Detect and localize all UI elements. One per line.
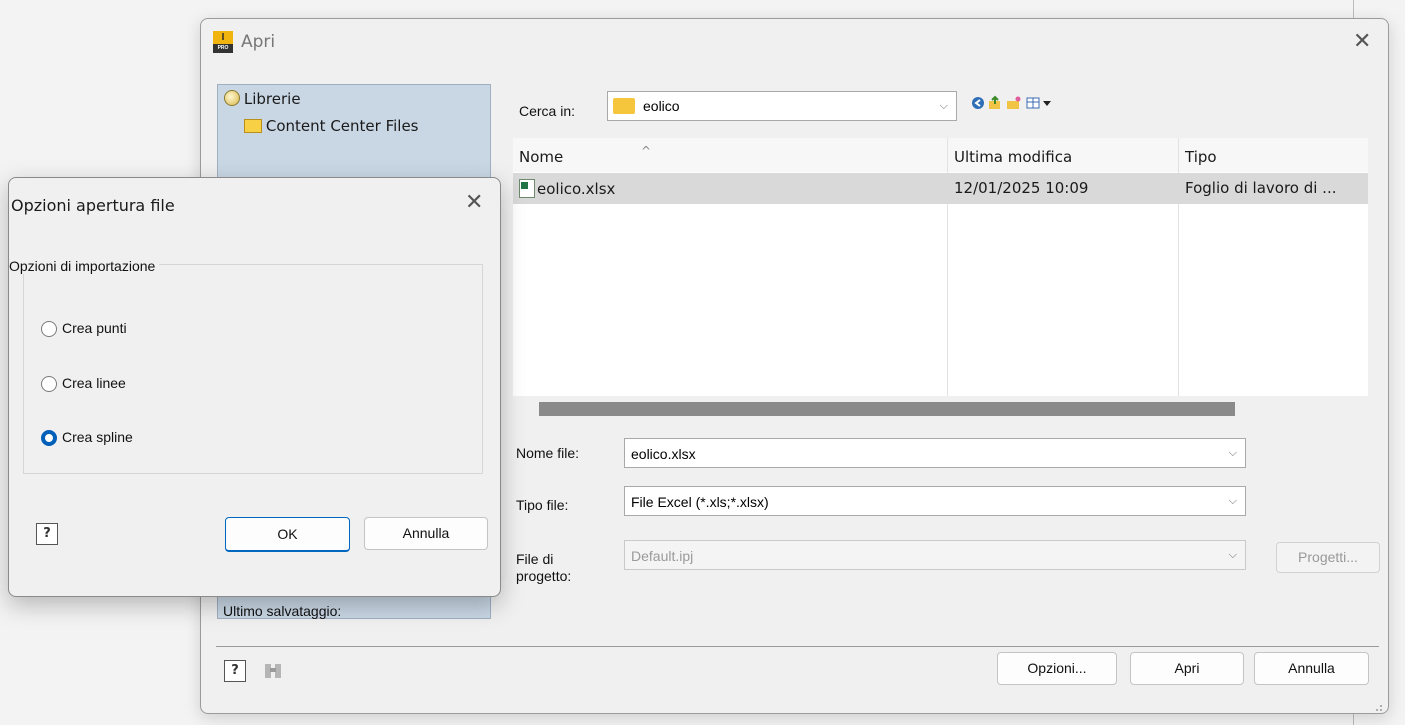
binoculars-icon[interactable]: [262, 660, 284, 682]
cancel-button[interactable]: Annulla: [364, 517, 488, 550]
ok-button[interactable]: OK: [225, 517, 350, 552]
close-icon[interactable]: ✕: [1353, 31, 1371, 53]
options-button[interactable]: Opzioni...: [997, 652, 1117, 685]
folder-icon: [613, 98, 635, 114]
dialog-title: Apri: [241, 32, 276, 52]
chevron-down-icon: ⌵: [1228, 494, 1237, 507]
chevron-down-icon: ⌵: [939, 99, 948, 112]
close-icon[interactable]: ✕: [465, 192, 483, 214]
file-type-select[interactable]: File Excel (*.xls;*.xlsx) ⌵: [624, 486, 1246, 516]
last-saved-label: Ultimo salvataggio:: [223, 603, 342, 619]
look-in-combo[interactable]: eolico ⌵: [607, 91, 957, 121]
file-type-label: Tipo file:: [516, 497, 569, 513]
file-type-cell: Foglio di lavoro di ...: [1185, 179, 1337, 197]
file-name-label: Nome file:: [516, 445, 580, 461]
project-file-label: File di progetto:: [516, 551, 572, 584]
footer-separator: [216, 646, 1379, 647]
up-folder-icon[interactable]: [989, 95, 1000, 109]
column-header-name[interactable]: Nome ^: [519, 144, 651, 166]
open-button[interactable]: Apri: [1130, 652, 1244, 685]
back-icon[interactable]: [972, 97, 984, 109]
horizontal-scrollbar[interactable]: [539, 402, 1235, 416]
new-folder-icon[interactable]: [1007, 96, 1021, 110]
file-list-header: Nome ^ Ultima modifica Tipo: [513, 138, 1368, 172]
chevron-down-icon: ⌵: [1228, 446, 1237, 459]
radio-button-selected[interactable]: [41, 430, 57, 446]
open-options-dialog: Opzioni apertura file ✕ Opzioni di impor…: [8, 177, 501, 597]
dialog-title: Opzioni apertura file: [11, 196, 175, 215]
excel-file-icon: [519, 179, 535, 198]
app-icon: I PRO: [213, 31, 233, 53]
help-icon[interactable]: ?: [36, 523, 58, 545]
nav-toolbar: [971, 95, 1071, 111]
library-item-content-center[interactable]: Content Center Files: [244, 117, 418, 135]
column-header-type[interactable]: Tipo: [1185, 148, 1217, 166]
radio-button[interactable]: [41, 321, 57, 337]
sort-ascending-icon: ^: [641, 144, 652, 158]
look-in-label: Cerca in:: [519, 103, 576, 119]
projects-button[interactable]: Progetti...: [1276, 542, 1380, 573]
toolbar-icons: [972, 95, 1051, 110]
file-name-cell: eolico.xlsx: [519, 179, 615, 198]
folder-icon: [244, 119, 262, 133]
file-name-field[interactable]: eolico.xlsx ⌵: [624, 438, 1246, 468]
chevron-down-icon: ⌵: [1228, 548, 1237, 561]
file-row[interactable]: eolico.xlsx 12/01/2025 10:09 Foglio di l…: [513, 173, 1368, 204]
import-options-label: Opzioni di importazione: [9, 258, 160, 274]
project-file-select: Default.ipj ⌵: [624, 540, 1246, 570]
resize-grip-icon[interactable]: [1373, 699, 1383, 711]
column-header-modified[interactable]: Ultima modifica: [954, 148, 1072, 166]
cancel-button[interactable]: Annulla: [1254, 652, 1369, 685]
library-icon: [224, 90, 240, 106]
help-icon[interactable]: ?: [224, 660, 246, 682]
view-menu-icon[interactable]: [1026, 97, 1051, 109]
radio-button[interactable]: [41, 376, 57, 392]
file-modified-cell: 12/01/2025 10:09: [954, 179, 1089, 197]
library-root-item[interactable]: Librerie: [224, 90, 301, 108]
file-list: Nome ^ Ultima modifica Tipo eolico.xlsx …: [513, 138, 1368, 396]
